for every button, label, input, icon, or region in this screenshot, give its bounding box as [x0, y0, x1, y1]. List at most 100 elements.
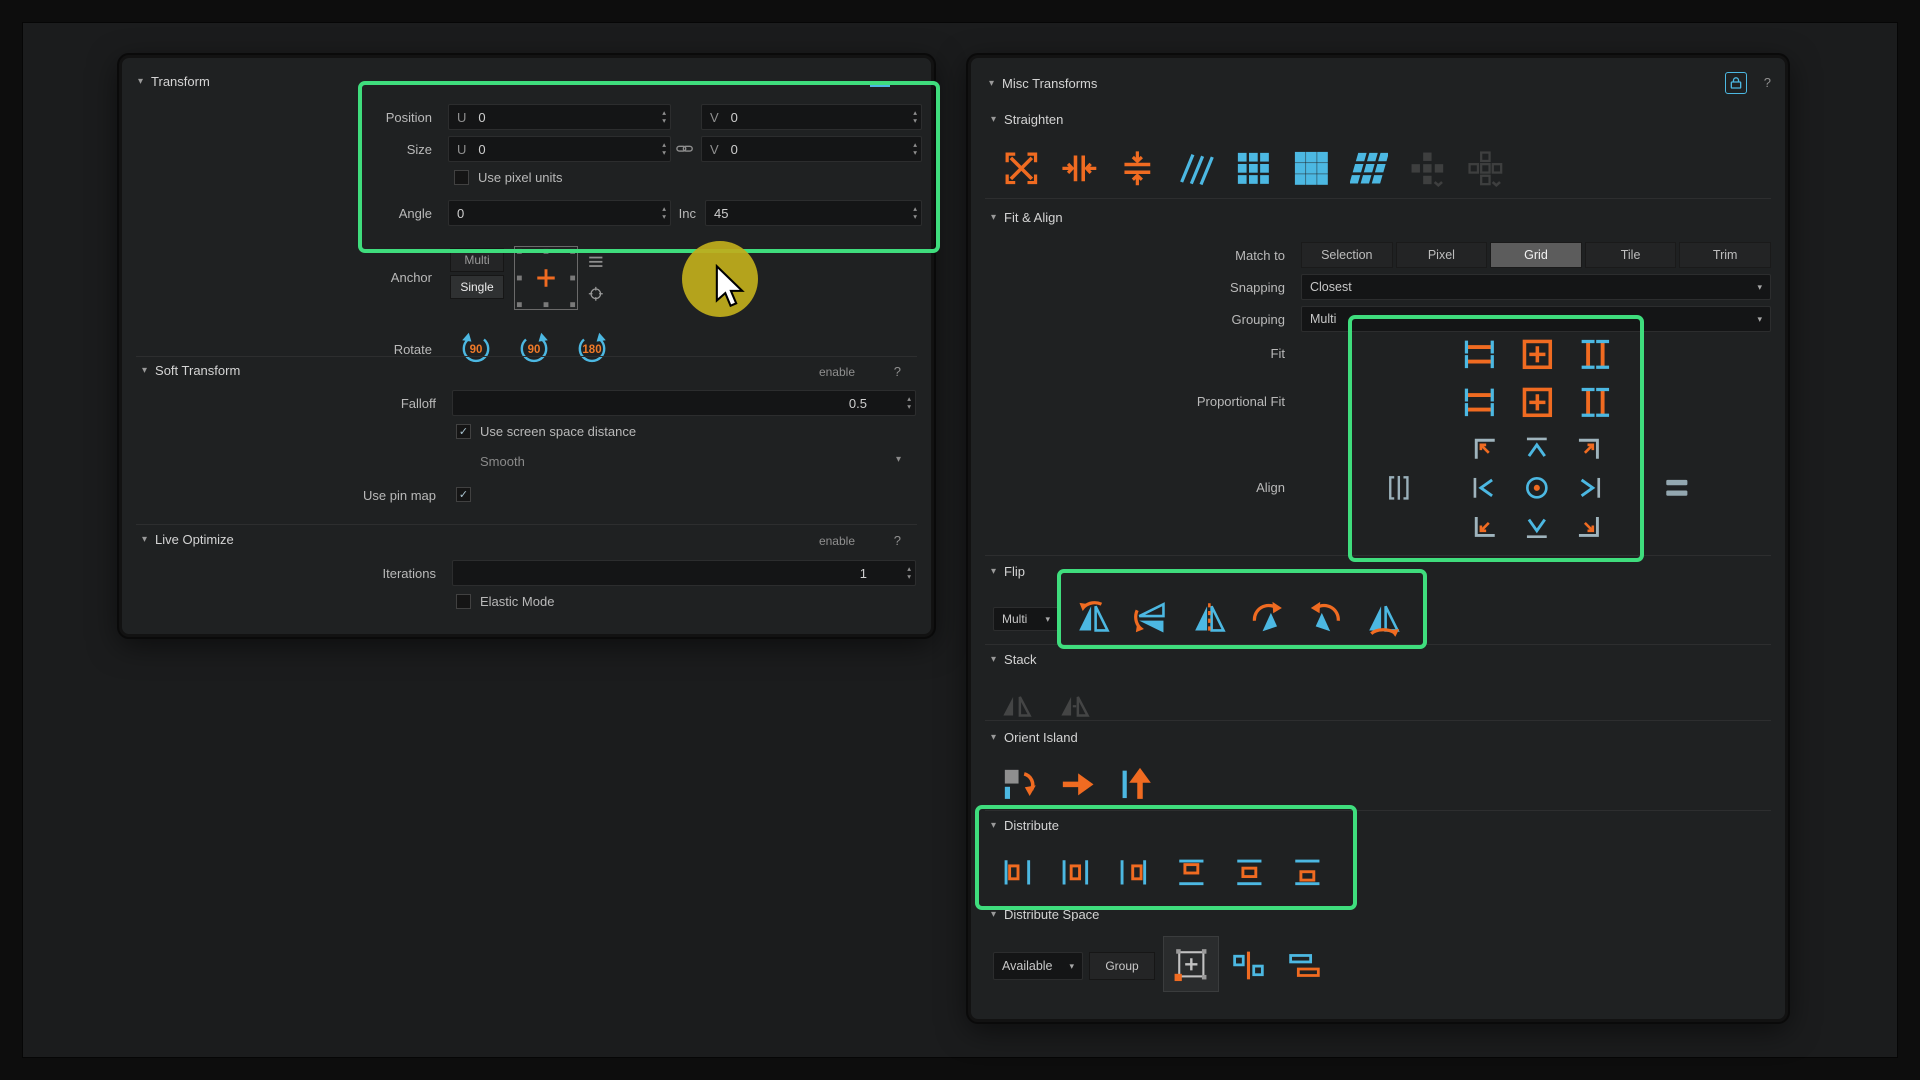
falloff-spinner[interactable]: ▴▾ — [907, 393, 911, 413]
space-horizontal-icon[interactable] — [1227, 944, 1269, 986]
anchor-single-button[interactable]: Single — [450, 275, 504, 299]
size-v-spinner[interactable]: ▴▾ — [913, 139, 917, 159]
distribute-right-edges-icon[interactable] — [1111, 850, 1155, 894]
grid-tiles-large-icon[interactable] — [1289, 146, 1333, 190]
orient-vertical-icon[interactable] — [1112, 762, 1156, 806]
distribute-bottom-edges-icon[interactable] — [1285, 850, 1329, 894]
match-trim-button[interactable]: Trim — [1679, 242, 1771, 268]
position-u-spinner[interactable]: ▴▾ — [662, 107, 666, 127]
flip-local-horizontal-icon[interactable] — [1187, 596, 1231, 640]
straighten-u-icon[interactable] — [1057, 146, 1101, 190]
align-spread-horizontal-icon[interactable] — [1659, 470, 1695, 506]
use-pin-map-checkbox[interactable]: ✓ — [456, 487, 471, 502]
straighten-v-icon[interactable] — [1115, 146, 1159, 190]
angle-field[interactable]: 0 ▴▾ — [448, 200, 671, 226]
pack-plus-alt-icon[interactable] — [1463, 146, 1507, 190]
flip-header[interactable]: ▾ Flip — [991, 564, 1025, 579]
prop-fit-height-icon[interactable] — [1573, 380, 1617, 424]
size-v-field[interactable]: V 0 ▴▾ — [701, 136, 922, 162]
match-grid-button[interactable]: Grid — [1490, 242, 1582, 268]
fit-align-header[interactable]: ▾ Fit & Align — [991, 210, 1063, 225]
screen-space-checkbox[interactable]: ✓ — [456, 424, 471, 439]
align-center-icon[interactable] — [1519, 470, 1555, 506]
orient-auto-icon[interactable] — [997, 762, 1041, 806]
prop-fit-both-icon[interactable] — [1515, 380, 1559, 424]
anchor-target-icon[interactable] — [586, 284, 606, 304]
iterations-field[interactable]: 1 ▴▾ — [452, 560, 916, 586]
distribute-centers-v-icon[interactable] — [1227, 850, 1271, 894]
falloff-field[interactable]: 0.5 ▴▾ — [452, 390, 916, 416]
anchor-reference-widget[interactable] — [1163, 936, 1219, 992]
elastic-mode-checkbox[interactable] — [456, 594, 471, 609]
match-selection-button[interactable]: Selection — [1301, 242, 1393, 268]
align-bottom-right-icon[interactable] — [1571, 509, 1607, 545]
match-pixel-button[interactable]: Pixel — [1396, 242, 1488, 268]
size-u-field[interactable]: U 0 ▴▾ — [448, 136, 671, 162]
inc-spinner[interactable]: ▴▾ — [913, 203, 917, 223]
flip-rotate-cw-icon[interactable] — [1245, 596, 1289, 640]
align-right-icon[interactable] — [1571, 470, 1607, 506]
straighten-edges-icon[interactable] — [1173, 146, 1217, 190]
live-optimize-help-icon[interactable]: ? — [894, 533, 901, 548]
align-left-icon[interactable] — [1467, 470, 1503, 506]
orient-horizontal-icon[interactable] — [1055, 762, 1099, 806]
align-top-left-icon[interactable] — [1467, 431, 1503, 467]
align-top-right-icon[interactable] — [1571, 431, 1607, 467]
distribute-space-header[interactable]: ▾ Distribute Space — [991, 907, 1099, 921]
orient-island-header[interactable]: ▾ Orient Island — [991, 730, 1078, 745]
prop-fit-width-icon[interactable] — [1457, 380, 1501, 424]
soft-transform-enable[interactable]: enable — [819, 365, 855, 379]
match-tile-button[interactable]: Tile — [1585, 242, 1677, 268]
live-optimize-header[interactable]: ▾ Live Optimize — [142, 532, 234, 547]
grid-tiles-skewed-icon[interactable] — [1347, 146, 1391, 190]
inc-field[interactable]: 45 ▴▾ — [705, 200, 922, 226]
position-u-field[interactable]: U 0 ▴▾ — [448, 104, 671, 130]
live-optimize-enable[interactable]: enable — [819, 534, 855, 548]
rotate-ccw-90-button[interactable]: 90 — [456, 330, 496, 370]
distribute-centers-u-icon[interactable] — [1053, 850, 1097, 894]
misc-help-icon[interactable]: ? — [1764, 75, 1771, 90]
pack-plus-icon[interactable] — [1405, 146, 1449, 190]
use-pixel-units-checkbox[interactable] — [454, 170, 469, 185]
flip-horizontal-icon[interactable] — [1071, 596, 1115, 640]
align-bottom-icon[interactable] — [1519, 509, 1555, 545]
misc-transforms-header[interactable]: ▾ Misc Transforms — [989, 76, 1097, 91]
anchor-point-widget[interactable] — [514, 246, 578, 310]
link-uv-icon[interactable] — [673, 138, 697, 160]
flip-rotate-half-icon[interactable] — [1361, 596, 1405, 640]
align-bottom-left-icon[interactable] — [1467, 509, 1503, 545]
distribute-left-edges-icon[interactable] — [995, 850, 1039, 894]
anchor-multi-button[interactable]: Multi — [450, 248, 504, 272]
straighten-header[interactable]: ▾ Straighten — [991, 112, 1063, 127]
position-v-field[interactable]: V 0 ▴▾ — [701, 104, 922, 130]
flip-vertical-icon[interactable] — [1129, 596, 1173, 640]
fit-width-icon[interactable] — [1457, 332, 1501, 376]
anchor-presets-icon[interactable] — [586, 252, 606, 272]
iterations-spinner[interactable]: ▴▾ — [907, 563, 911, 583]
soft-transform-header[interactable]: ▾ Soft Transform — [142, 363, 240, 378]
smooth-dropdown[interactable]: Smooth — [480, 454, 525, 469]
lock-button[interactable] — [1725, 72, 1747, 94]
fit-both-icon[interactable] — [1515, 332, 1559, 376]
soft-transform-help-icon[interactable]: ? — [894, 364, 901, 379]
smooth-chevron-icon[interactable]: ▾ — [896, 454, 901, 465]
distribute-header[interactable]: ▾ Distribute — [991, 818, 1059, 833]
stack-header[interactable]: ▾ Stack — [991, 652, 1037, 667]
distribute-top-edges-icon[interactable] — [1169, 850, 1213, 894]
space-vertical-icon[interactable] — [1283, 944, 1325, 986]
position-v-spinner[interactable]: ▴▾ — [913, 107, 917, 127]
align-axis-vertical-icon[interactable] — [1381, 470, 1417, 506]
flip-rotate-ccw-icon[interactable] — [1303, 596, 1347, 640]
rotate-cw-90-button[interactable]: 90 — [514, 330, 554, 370]
grid-tiles-small-icon[interactable] — [1231, 146, 1275, 190]
rotate-180-button[interactable]: 180 — [572, 330, 612, 370]
size-u-spinner[interactable]: ▴▾ — [662, 139, 666, 159]
available-dropdown[interactable]: Available ▾ — [993, 952, 1083, 980]
transform-panel-header[interactable]: ▾ Transform — [138, 74, 210, 89]
group-button[interactable]: Group — [1089, 952, 1155, 980]
align-top-icon[interactable] — [1519, 431, 1555, 467]
flip-mode-dropdown[interactable]: Multi ▾ — [993, 607, 1059, 631]
snapping-dropdown[interactable]: Closest ▾ — [1301, 274, 1771, 300]
grouping-dropdown[interactable]: Multi ▾ — [1301, 306, 1771, 332]
straighten-uv-icon[interactable] — [999, 146, 1043, 190]
